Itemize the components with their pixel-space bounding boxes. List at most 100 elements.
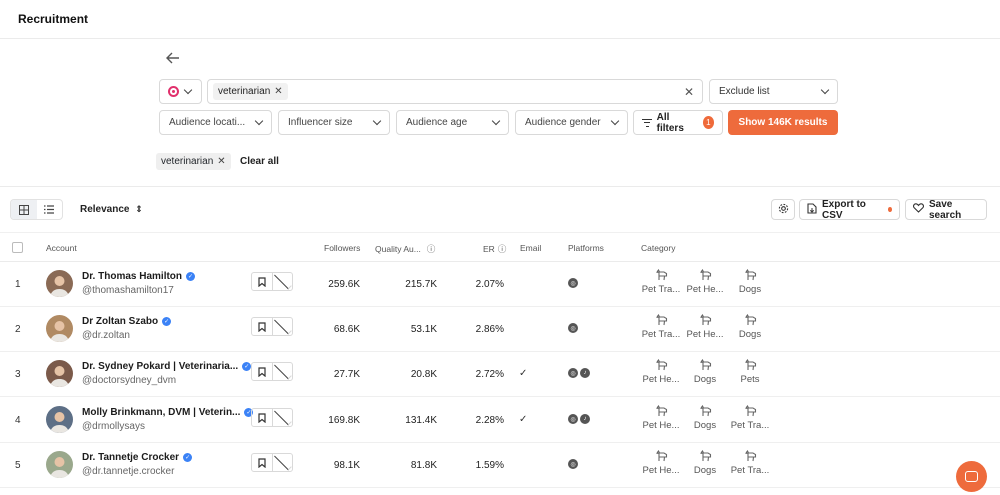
bookmark-icon[interactable] (252, 318, 273, 335)
followers-value: 98.1K (333, 460, 360, 471)
sort-select[interactable]: Relevance ⇕ (80, 204, 143, 215)
filter-audience-age[interactable]: Audience age (396, 110, 509, 135)
keyword-chip: veterinarian ✕ (213, 83, 288, 100)
account-name[interactable]: Molly Brinkmann, DVM | Veterin... ✓ (82, 407, 254, 418)
category-label: Dogs (693, 465, 717, 476)
er-value: 2.07% (475, 279, 504, 290)
chevron-down-icon[interactable] (273, 361, 293, 380)
category-item: Pet He... (640, 359, 682, 385)
bookmark-icon[interactable] (252, 273, 273, 290)
category-label: Pet Tra... (641, 284, 681, 295)
chat-launcher-button[interactable] (956, 461, 987, 492)
category-label: Pets (740, 374, 760, 385)
chevron-down-icon[interactable] (273, 271, 293, 290)
avatar (46, 360, 73, 387)
close-icon[interactable]: ✕ (217, 156, 225, 167)
account-handle: @doctorsydney_dvm (82, 375, 177, 386)
er-value: 2.28% (475, 415, 504, 426)
select-all-checkbox[interactable] (12, 242, 23, 253)
applied-filter-label: veterinarian (161, 156, 214, 167)
category-item: Pet He... (640, 405, 682, 431)
account-handle: @dr.tannetje.crocker (82, 466, 175, 477)
all-filters-button[interactable]: All filters 1 (633, 110, 723, 135)
table-row[interactable]: 4 Molly Brinkmann, DVM | Veterin... ✓ @d… (0, 398, 1000, 443)
settings-button[interactable] (771, 199, 795, 220)
table-row[interactable]: 5 Dr. Tannetje Crocker ✓ @dr.tannetje.cr… (0, 443, 1000, 488)
category-item: Pet He... (640, 450, 682, 476)
dog-icon (640, 269, 682, 281)
platforms-cell: ◎ (568, 459, 578, 469)
keyword-chip-label: veterinarian (218, 86, 271, 97)
info-icon: ⓘ (426, 244, 436, 254)
chevron-down-icon[interactable] (273, 316, 293, 335)
category-label: Dogs (693, 374, 717, 385)
table-row[interactable]: 2 Dr Zoltan Szabo ✓ @dr.zoltan 68.6K 53.1… (0, 307, 1000, 352)
category-item: Pet Tra... (729, 450, 771, 476)
info-icon: ⓘ (497, 244, 507, 254)
dog-icon (729, 450, 771, 462)
all-filters-label: All filters (656, 111, 684, 134)
dog-icon (729, 405, 771, 417)
dog-icon (640, 359, 682, 371)
header-followers[interactable]: Followers (324, 243, 360, 253)
show-results-button[interactable]: Show 146K results (728, 110, 838, 135)
filter-audience-gender[interactable]: Audience gender (515, 110, 628, 135)
keyword-input[interactable]: veterinarian ✕ ✕ (207, 79, 703, 104)
account-name[interactable]: Dr Zoltan Szabo ✓ (82, 316, 172, 327)
category-item: Pet He... (684, 269, 726, 295)
back-arrow-icon[interactable] (166, 52, 182, 66)
table-row[interactable]: 1 Dr. Thomas Hamilton ✓ @thomashamilton1… (0, 262, 1000, 307)
save-search-button[interactable]: Save search (905, 199, 987, 221)
er-value: 2.72% (475, 369, 504, 380)
header-quality[interactable]: Quality Au... ⓘ (375, 243, 435, 255)
instagram-icon: ◎ (568, 414, 578, 424)
dog-icon (729, 269, 771, 281)
grid-view-icon[interactable] (11, 200, 37, 219)
verified-icon: ✓ (186, 272, 196, 281)
top-bar: Recruitment (0, 0, 1000, 39)
list-view-icon[interactable] (37, 200, 63, 219)
account-name[interactable]: Dr. Thomas Hamilton ✓ (82, 271, 196, 282)
header-account: Account (46, 243, 77, 253)
table-row[interactable]: 3 Dr. Sydney Pokard | Veterinaria... ✓ @… (0, 352, 1000, 397)
row-actions (251, 271, 293, 291)
account-name[interactable]: Dr. Sydney Pokard | Veterinaria... ✓ (82, 361, 252, 372)
category-item: Pets (729, 359, 771, 385)
dog-icon (640, 450, 682, 462)
filter-audience-location[interactable]: Audience locati... (159, 110, 272, 135)
account-name-label: Dr. Tannetje Crocker (82, 452, 180, 463)
close-icon[interactable]: ✕ (274, 86, 282, 97)
followers-value: 68.6K (333, 324, 360, 335)
chevron-down-icon (183, 85, 193, 95)
category-item: Dogs (729, 314, 771, 340)
account-name[interactable]: Dr. Tannetje Crocker ✓ (82, 452, 193, 463)
header-platforms: Platforms (568, 243, 604, 253)
chevron-down-icon[interactable] (273, 407, 293, 426)
avatar (46, 406, 73, 433)
dog-icon (684, 269, 726, 281)
clear-all-button[interactable]: Clear all (240, 156, 279, 167)
bookmark-icon[interactable] (252, 409, 273, 426)
quality-audience-value: 215.7K (405, 279, 437, 290)
category-item: Pet Tra... (640, 314, 682, 340)
chevron-down-icon[interactable] (273, 452, 293, 471)
export-csv-button[interactable]: Export to CSV (799, 199, 900, 221)
dog-icon (729, 314, 771, 326)
dog-icon (640, 405, 682, 417)
header-er[interactable]: ER ⓘ (483, 243, 506, 255)
category-item: Dogs (684, 405, 726, 431)
avatar (46, 315, 73, 342)
category-label: Pet He... (642, 374, 680, 385)
exclude-list-label: Exclude list (719, 86, 770, 97)
account-name-label: Molly Brinkmann, DVM | Veterin... (82, 407, 241, 418)
followers-value: 169.8K (328, 415, 360, 426)
bookmark-icon[interactable] (252, 363, 273, 380)
clear-keywords-icon[interactable]: ✕ (684, 85, 694, 99)
filter-influencer-size[interactable]: Influencer size (278, 110, 390, 135)
platform-select[interactable] (159, 79, 202, 104)
row-actions (251, 316, 293, 336)
account-handle: @dr.zoltan (82, 330, 130, 341)
exclude-list-select[interactable]: Exclude list (709, 79, 838, 104)
chevron-down-icon (254, 116, 264, 126)
bookmark-icon[interactable] (252, 454, 273, 471)
